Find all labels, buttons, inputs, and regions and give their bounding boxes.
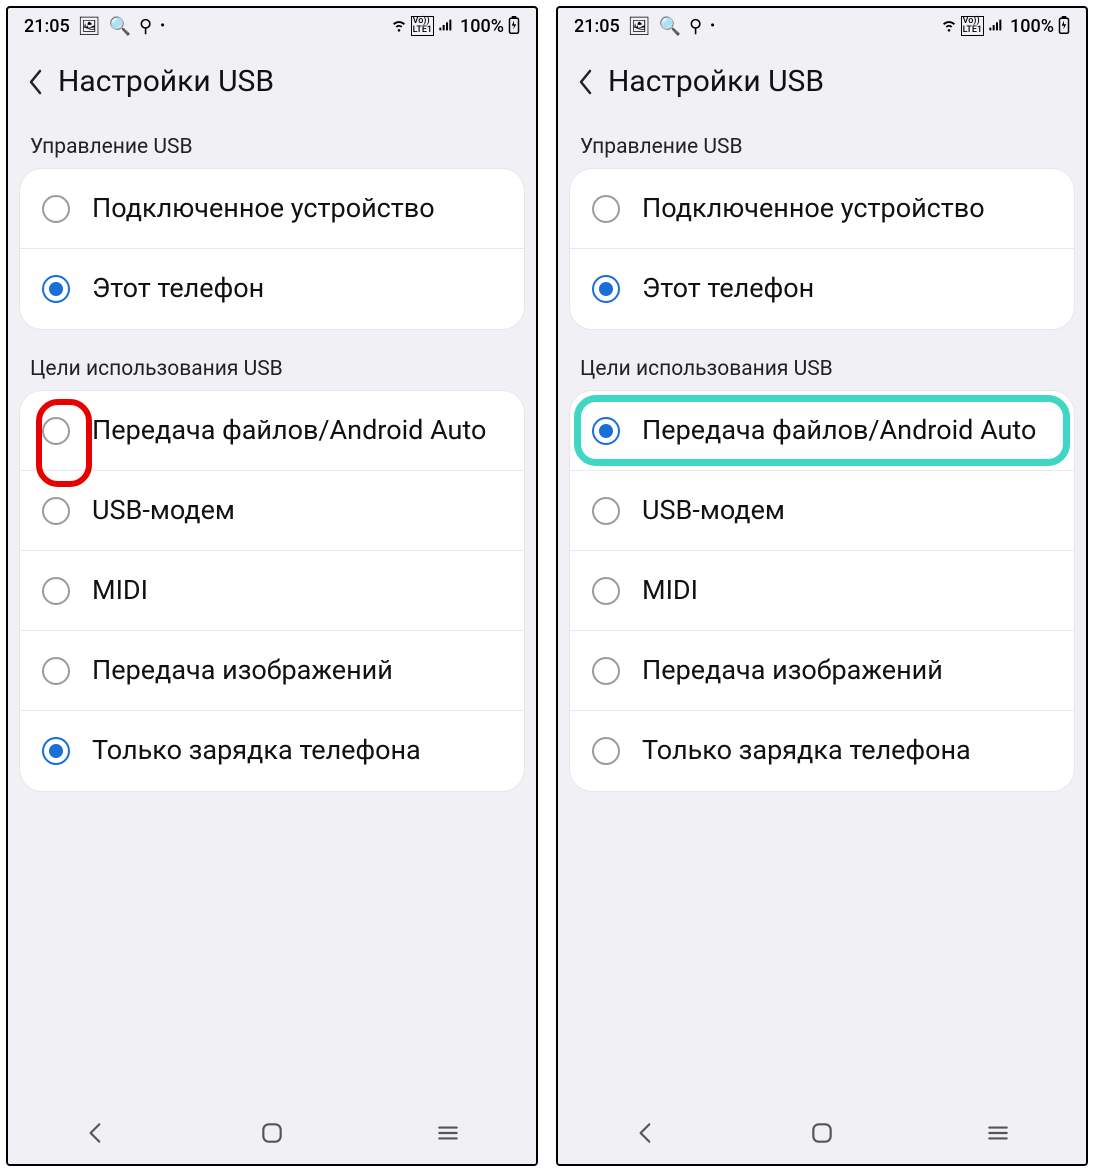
- radio-label: USB-модем: [92, 494, 235, 528]
- back-button[interactable]: [576, 68, 594, 96]
- radio-row-charge-only[interactable]: Только зарядка телефона: [570, 711, 1074, 791]
- usb-goals-card: Передача файлов/Android Auto USB-модем M…: [570, 391, 1074, 791]
- section-header-usb-control: Управление USB: [558, 125, 1086, 169]
- radio-icon: [42, 497, 70, 525]
- radio-icon: [42, 275, 70, 303]
- radio-icon: [42, 577, 70, 605]
- section-header-usb-goals: Цели использования USB: [558, 347, 1086, 391]
- battery-percent: 100%: [1010, 16, 1054, 37]
- radio-icon: [592, 737, 620, 765]
- usb-control-card: Подключенное устройство Этот телефон: [20, 169, 524, 329]
- section-header-usb-goals: Цели использования USB: [8, 347, 536, 391]
- radio-icon: [592, 195, 620, 223]
- radio-row-usb-modem[interactable]: USB-модем: [20, 471, 524, 551]
- radio-icon: [42, 195, 70, 223]
- phone-screen-right: 21:05 🖼 🔍 ⚲ • Vo))LTE1 100% Настройки US…: [556, 6, 1088, 1166]
- radio-row-this-phone[interactable]: Этот телефон: [20, 249, 524, 329]
- radio-icon: [592, 497, 620, 525]
- usb-icon: ⚲: [139, 16, 152, 37]
- radio-label: Этот телефон: [642, 272, 814, 306]
- signal-icon: [438, 17, 454, 36]
- radio-icon: [592, 275, 620, 303]
- app-bar: Настройки USB: [558, 44, 1086, 125]
- radio-icon: [42, 417, 70, 445]
- navigation-bar: [8, 1108, 536, 1164]
- radio-icon: [592, 577, 620, 605]
- status-time: 21:05: [574, 16, 620, 37]
- radio-label: Подключенное устройство: [642, 192, 985, 226]
- radio-label: Передача изображений: [642, 654, 943, 688]
- radio-label: Передача файлов/Android Auto: [92, 414, 486, 448]
- search-icon: 🔍: [109, 16, 131, 37]
- status-time: 21:05: [24, 16, 70, 37]
- radio-row-this-phone[interactable]: Этот телефон: [570, 249, 1074, 329]
- back-button[interactable]: [26, 68, 44, 96]
- radio-row-midi[interactable]: MIDI: [570, 551, 1074, 631]
- radio-label: Только зарядка телефона: [642, 734, 971, 768]
- signal-icon: [988, 17, 1004, 36]
- nav-home-button[interactable]: [257, 1118, 287, 1148]
- radio-label: Только зарядка телефона: [92, 734, 421, 768]
- nav-recents-button[interactable]: [983, 1118, 1013, 1148]
- phone-screen-left: 21:05 🖼 🔍 ⚲ • Vo))LTE1 100% Настройки US…: [6, 6, 538, 1166]
- nav-home-button[interactable]: [807, 1118, 837, 1148]
- radio-icon: [592, 417, 620, 445]
- radio-row-image-transfer[interactable]: Передача изображений: [570, 631, 1074, 711]
- status-dot-icon: •: [160, 18, 165, 34]
- navigation-bar: [558, 1108, 1086, 1164]
- volte-icon: Vo))LTE1: [411, 16, 434, 36]
- page-title: Настройки USB: [58, 64, 274, 99]
- nav-back-button[interactable]: [81, 1118, 111, 1148]
- section-header-usb-control: Управление USB: [8, 125, 536, 169]
- radio-row-charge-only[interactable]: Только зарядка телефона: [20, 711, 524, 791]
- nav-back-button[interactable]: [631, 1118, 661, 1148]
- status-bar: 21:05 🖼 🔍 ⚲ • Vo))LTE1 100%: [8, 8, 536, 44]
- radio-row-connected-device[interactable]: Подключенное устройство: [20, 169, 524, 249]
- battery-charging-icon: [1058, 16, 1070, 37]
- image-icon: 🖼: [78, 16, 101, 37]
- usb-goals-card: Передача файлов/Android Auto USB-модем M…: [20, 391, 524, 791]
- search-icon: 🔍: [659, 16, 681, 37]
- wifi-icon: [391, 17, 407, 36]
- nav-recents-button[interactable]: [433, 1118, 463, 1148]
- image-icon: 🖼: [628, 16, 651, 37]
- status-bar: 21:05 🖼 🔍 ⚲ • Vo))LTE1 100%: [558, 8, 1086, 44]
- radio-label: MIDI: [642, 574, 698, 608]
- radio-icon: [42, 737, 70, 765]
- radio-label: Передача изображений: [92, 654, 393, 688]
- usb-control-card: Подключенное устройство Этот телефон: [570, 169, 1074, 329]
- radio-label: USB-модем: [642, 494, 785, 528]
- radio-row-midi[interactable]: MIDI: [20, 551, 524, 631]
- app-bar: Настройки USB: [8, 44, 536, 125]
- radio-label: Передача файлов/Android Auto: [642, 414, 1036, 448]
- status-dot-icon: •: [710, 18, 715, 34]
- page-title: Настройки USB: [608, 64, 824, 99]
- radio-label: Этот телефон: [92, 272, 264, 306]
- radio-row-file-transfer[interactable]: Передача файлов/Android Auto: [570, 391, 1074, 471]
- radio-icon: [42, 657, 70, 685]
- radio-row-file-transfer[interactable]: Передача файлов/Android Auto: [20, 391, 524, 471]
- radio-label: Подключенное устройство: [92, 192, 435, 226]
- radio-row-connected-device[interactable]: Подключенное устройство: [570, 169, 1074, 249]
- volte-icon: Vo))LTE1: [961, 16, 984, 36]
- usb-icon: ⚲: [689, 16, 702, 37]
- radio-row-image-transfer[interactable]: Передача изображений: [20, 631, 524, 711]
- battery-percent: 100%: [460, 16, 504, 37]
- battery-charging-icon: [508, 16, 520, 37]
- radio-label: MIDI: [92, 574, 148, 608]
- wifi-icon: [941, 17, 957, 36]
- radio-row-usb-modem[interactable]: USB-модем: [570, 471, 1074, 551]
- radio-icon: [592, 657, 620, 685]
